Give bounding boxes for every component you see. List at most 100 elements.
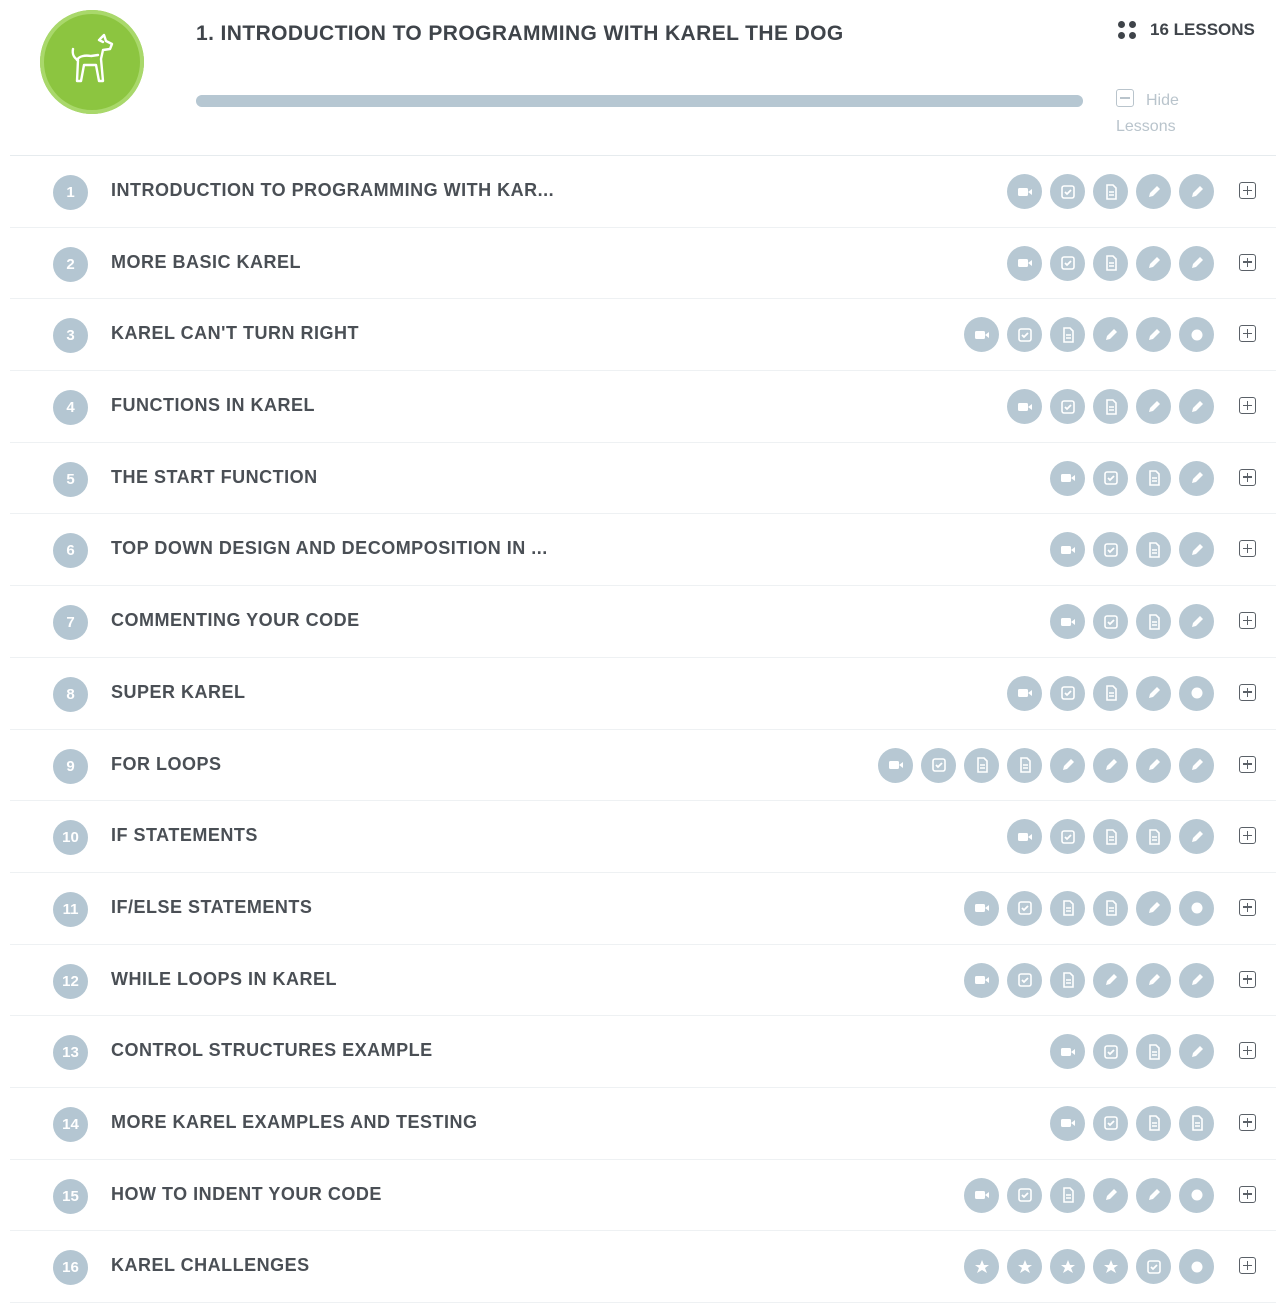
pencil-icon[interactable] bbox=[1093, 1177, 1128, 1213]
pencil-icon[interactable] bbox=[1136, 389, 1171, 425]
quiz-check-icon[interactable] bbox=[1007, 962, 1042, 998]
expand-icon[interactable] bbox=[1239, 325, 1256, 343]
document-icon[interactable] bbox=[1136, 604, 1171, 640]
quiz-check-icon[interactable] bbox=[1050, 389, 1085, 425]
pencil-icon[interactable] bbox=[1179, 460, 1214, 496]
video-icon[interactable] bbox=[1050, 604, 1085, 640]
pencil-icon[interactable] bbox=[1179, 819, 1214, 855]
video-icon[interactable] bbox=[1007, 174, 1042, 209]
document-icon[interactable] bbox=[1093, 890, 1128, 926]
star-icon[interactable] bbox=[1093, 1249, 1128, 1285]
video-icon[interactable] bbox=[964, 1177, 999, 1213]
pencil-icon[interactable] bbox=[1179, 532, 1214, 568]
quiz-check-icon[interactable] bbox=[1136, 1249, 1171, 1285]
lesson-title[interactable]: FOR LOOPS bbox=[111, 754, 222, 775]
expand-icon[interactable] bbox=[1239, 683, 1256, 701]
quiz-check-icon[interactable] bbox=[1007, 890, 1042, 926]
lesson-title[interactable]: CONTROL STRUCTURES EXAMPLE bbox=[111, 1040, 433, 1061]
lesson-row[interactable]: 6 TOP DOWN DESIGN AND DECOMPOSITION IN ..… bbox=[10, 514, 1276, 587]
lesson-row[interactable]: 14 MORE KAREL EXAMPLES AND TESTING bbox=[10, 1088, 1276, 1160]
lesson-title[interactable]: MORE BASIC KAREL bbox=[111, 252, 301, 273]
quiz-check-icon[interactable] bbox=[1050, 819, 1085, 855]
challenge-circle-icon[interactable] bbox=[1179, 675, 1214, 711]
video-icon[interactable] bbox=[1007, 389, 1042, 425]
pencil-icon[interactable] bbox=[1136, 1177, 1171, 1213]
pencil-icon[interactable] bbox=[1136, 675, 1171, 711]
pencil-icon[interactable] bbox=[1179, 604, 1214, 640]
lesson-row[interactable]: 4 FUNCTIONS IN KAREL bbox=[10, 371, 1276, 443]
lesson-title[interactable]: WHILE LOOPS IN KAREL bbox=[111, 969, 337, 990]
pencil-icon[interactable] bbox=[1093, 317, 1128, 353]
pencil-icon[interactable] bbox=[1136, 245, 1171, 281]
lesson-row[interactable]: 11 IF/ELSE STATEMENTS bbox=[10, 873, 1276, 945]
expand-icon[interactable] bbox=[1239, 468, 1256, 486]
expand-icon[interactable] bbox=[1239, 397, 1256, 415]
document-icon[interactable] bbox=[1050, 1177, 1085, 1213]
video-icon[interactable] bbox=[1007, 675, 1042, 711]
hide-lessons-toggle[interactable]: Hide Lessons bbox=[1116, 88, 1216, 140]
document-icon[interactable] bbox=[964, 747, 999, 783]
quiz-check-icon[interactable] bbox=[1093, 1034, 1128, 1070]
expand-icon[interactable] bbox=[1239, 1113, 1256, 1131]
video-icon[interactable] bbox=[1007, 245, 1042, 281]
pencil-icon[interactable] bbox=[1179, 1034, 1214, 1070]
lesson-title[interactable]: HOW TO INDENT YOUR CODE bbox=[111, 1184, 382, 1205]
document-icon[interactable] bbox=[1093, 174, 1128, 209]
lesson-title[interactable]: COMMENTING YOUR CODE bbox=[111, 610, 360, 631]
quiz-check-icon[interactable] bbox=[1093, 1105, 1128, 1141]
document-icon[interactable] bbox=[1093, 819, 1128, 855]
lesson-title[interactable]: KAREL CHALLENGES bbox=[111, 1255, 310, 1276]
pencil-icon[interactable] bbox=[1136, 890, 1171, 926]
document-icon[interactable] bbox=[1093, 245, 1128, 281]
video-icon[interactable] bbox=[964, 962, 999, 998]
lesson-row[interactable]: 16 KAREL CHALLENGES bbox=[10, 1231, 1276, 1303]
quiz-check-icon[interactable] bbox=[1050, 675, 1085, 711]
document-icon[interactable] bbox=[1136, 532, 1171, 568]
expand-icon[interactable] bbox=[1239, 970, 1256, 988]
lesson-row[interactable]: 10 IF STATEMENTS bbox=[10, 801, 1276, 873]
video-icon[interactable] bbox=[1007, 819, 1042, 855]
lesson-title[interactable]: SUPER KAREL bbox=[111, 682, 246, 703]
document-icon[interactable] bbox=[1093, 675, 1128, 711]
star-icon[interactable] bbox=[1007, 1249, 1042, 1285]
lesson-title[interactable]: FUNCTIONS IN KAREL bbox=[111, 395, 315, 416]
document-icon[interactable] bbox=[1050, 962, 1085, 998]
lesson-row[interactable]: 7 COMMENTING YOUR CODE bbox=[10, 586, 1276, 658]
quiz-check-icon[interactable] bbox=[1093, 460, 1128, 496]
pencil-icon[interactable] bbox=[1050, 747, 1085, 783]
document-icon[interactable] bbox=[1093, 389, 1128, 425]
pencil-icon[interactable] bbox=[1093, 962, 1128, 998]
pencil-icon[interactable] bbox=[1179, 245, 1214, 281]
lesson-row[interactable]: 13 CONTROL STRUCTURES EXAMPLE bbox=[10, 1016, 1276, 1088]
pencil-icon[interactable] bbox=[1179, 174, 1214, 209]
pencil-icon[interactable] bbox=[1179, 962, 1214, 998]
expand-icon[interactable] bbox=[1239, 1042, 1256, 1060]
lesson-title[interactable]: TOP DOWN DESIGN AND DECOMPOSITION IN ... bbox=[111, 538, 548, 559]
expand-icon[interactable] bbox=[1239, 898, 1256, 916]
lesson-title[interactable]: IF STATEMENTS bbox=[111, 825, 258, 846]
video-icon[interactable] bbox=[1050, 532, 1085, 568]
video-icon[interactable] bbox=[964, 317, 999, 353]
lesson-title[interactable]: MORE KAREL EXAMPLES AND TESTING bbox=[111, 1112, 478, 1133]
quiz-check-icon[interactable] bbox=[1093, 604, 1128, 640]
expand-icon[interactable] bbox=[1239, 540, 1256, 558]
star-icon[interactable] bbox=[964, 1249, 999, 1285]
document-icon[interactable] bbox=[1050, 890, 1085, 926]
lesson-row[interactable]: 5 THE START FUNCTION bbox=[10, 443, 1276, 515]
video-icon[interactable] bbox=[1050, 1105, 1085, 1141]
challenge-circle-icon[interactable] bbox=[1179, 890, 1214, 926]
document-icon[interactable] bbox=[1179, 1105, 1214, 1141]
pencil-icon[interactable] bbox=[1093, 747, 1128, 783]
expand-icon[interactable] bbox=[1239, 827, 1256, 845]
document-icon[interactable] bbox=[1136, 460, 1171, 496]
challenge-circle-icon[interactable] bbox=[1179, 1249, 1214, 1285]
pencil-icon[interactable] bbox=[1136, 962, 1171, 998]
expand-icon[interactable] bbox=[1239, 253, 1256, 271]
lesson-title[interactable]: KAREL CAN'T TURN RIGHT bbox=[111, 323, 359, 344]
expand-icon[interactable] bbox=[1239, 1185, 1256, 1203]
pencil-icon[interactable] bbox=[1136, 747, 1171, 783]
lesson-title[interactable]: IF/ELSE STATEMENTS bbox=[111, 897, 312, 918]
lesson-title[interactable]: THE START FUNCTION bbox=[111, 467, 318, 488]
quiz-check-icon[interactable] bbox=[1007, 317, 1042, 353]
document-icon[interactable] bbox=[1136, 819, 1171, 855]
